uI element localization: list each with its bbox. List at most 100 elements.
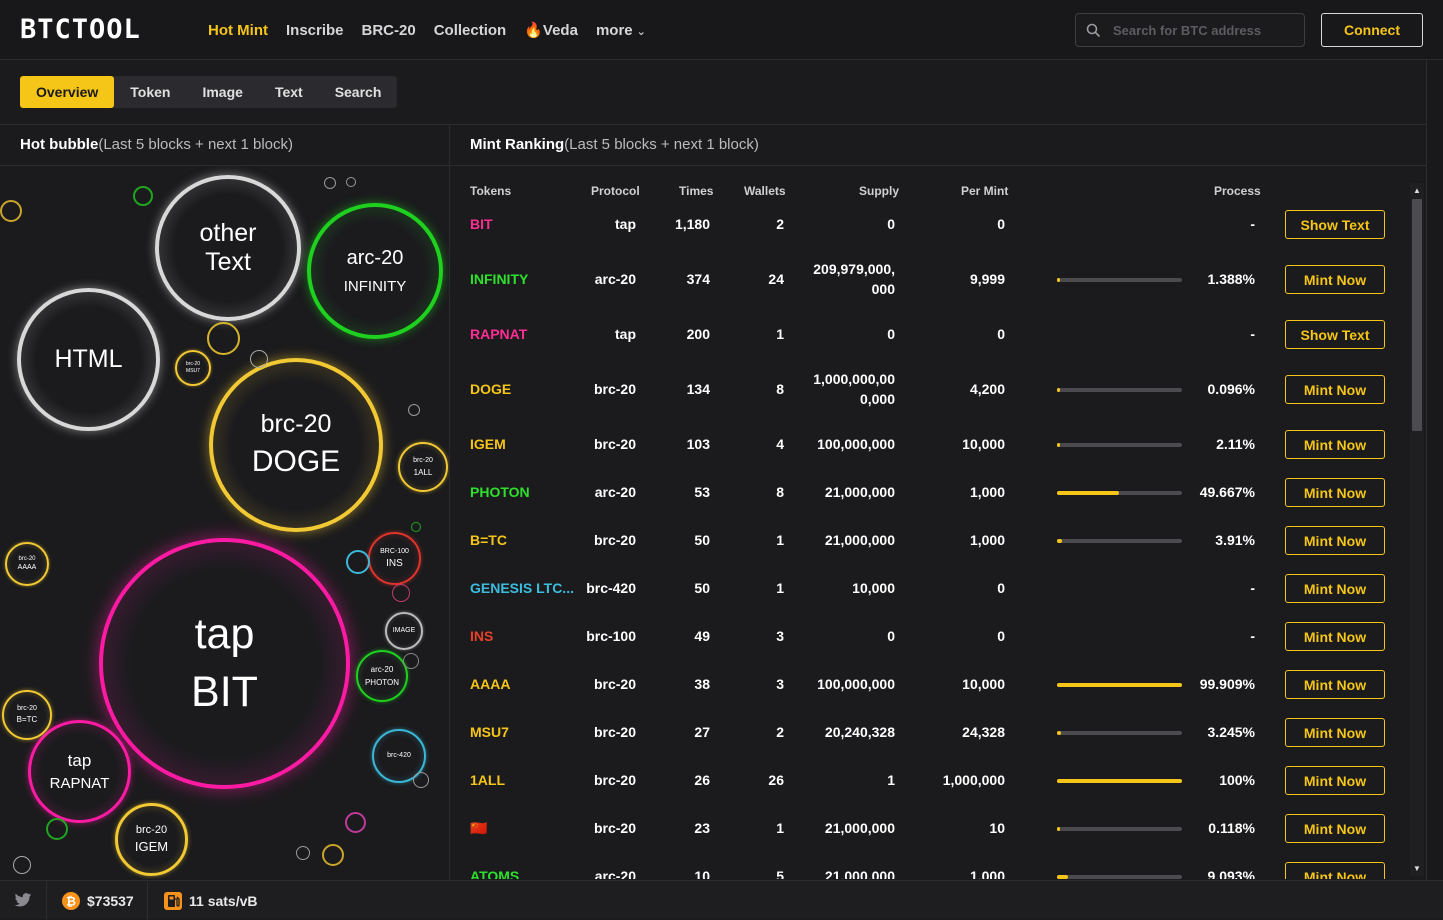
bubble-1all[interactable]: brc-20 1ALL <box>398 442 448 492</box>
search-input[interactable] <box>1113 22 1293 38</box>
table-row[interactable]: GENESIS LTC... brc-420 50 1 10,000 0 - Mint Now <box>450 574 1410 603</box>
mint-now-button[interactable]: Mint Now <box>1285 526 1385 555</box>
small-bubble[interactable] <box>411 522 421 532</box>
table-row[interactable]: RAPNAT tap 200 1 0 0 - Show Text <box>450 320 1410 349</box>
token-name[interactable]: MSU7 <box>470 724 509 740</box>
token-name[interactable]: AAAA <box>470 676 510 692</box>
bubble-bit[interactable]: tap BIT <box>99 538 350 789</box>
small-bubble[interactable] <box>346 177 356 187</box>
bubble-html[interactable]: HTML <box>17 288 160 431</box>
small-bubble[interactable] <box>408 404 420 416</box>
bubble-b-tc[interactable]: brc-20 B=TC <box>2 690 52 740</box>
mint-now-button[interactable]: Mint Now <box>1285 574 1385 603</box>
token-name[interactable]: ATOMS <box>470 868 519 879</box>
bubble-photon[interactable]: arc-20 PHOTON <box>356 650 408 702</box>
twitter-link[interactable] <box>14 881 32 920</box>
btctool-logo[interactable]: BTCTOOL <box>20 14 141 45</box>
show-text-button[interactable]: Show Text <box>1285 320 1385 349</box>
scrollbar-thumb[interactable] <box>1412 199 1422 431</box>
nav-inscribe[interactable]: Inscribe <box>286 22 344 39</box>
nav-collection[interactable]: Collection <box>434 22 507 39</box>
token-name[interactable]: B=TC <box>470 532 507 548</box>
small-bubble[interactable] <box>133 186 153 206</box>
scroll-up-icon[interactable]: ▲ <box>1413 186 1421 195</box>
mint-now-button[interactable]: Mint Now <box>1285 766 1385 795</box>
nav-veda[interactable]: 🔥Veda <box>524 21 578 39</box>
tab-image[interactable]: Image <box>186 76 258 108</box>
tab-token[interactable]: Token <box>114 76 186 108</box>
bubble-other-text[interactable]: other Text <box>155 175 301 321</box>
mint-now-button[interactable]: Mint Now <box>1285 265 1385 294</box>
bubble-ins[interactable]: BRC-100 INS <box>368 532 421 585</box>
bubble-aaaa[interactable]: brc-20 AAAA <box>5 542 49 586</box>
connect-button[interactable]: Connect <box>1321 13 1423 47</box>
small-bubble[interactable] <box>207 322 240 355</box>
col-header-process[interactable]: Process <box>1214 184 1261 198</box>
token-name[interactable]: IGEM <box>470 436 506 452</box>
small-bubble[interactable] <box>324 177 336 189</box>
table-row[interactable]: BIT tap 1,180 2 0 0 - Show Text <box>450 210 1410 239</box>
token-name[interactable]: DOGE <box>470 381 511 397</box>
col-header-per-mint[interactable]: Per Mint <box>961 184 1008 198</box>
mint-now-button[interactable]: Mint Now <box>1285 622 1385 651</box>
table-row[interactable]: B=TC brc-20 50 1 21,000,000 1,000 3.91% Mint No… <box>450 526 1410 555</box>
col-header-wallets[interactable]: Wallets <box>744 184 786 198</box>
table-scrollbar[interactable]: ▲ ▼ <box>1410 183 1424 876</box>
small-bubble[interactable] <box>346 550 370 574</box>
mint-now-button[interactable]: Mint Now <box>1285 670 1385 699</box>
mint-now-button[interactable]: Mint Now <box>1285 375 1385 404</box>
tab-search[interactable]: Search <box>319 76 398 108</box>
col-header-tokens[interactable]: Tokens <box>470 184 511 198</box>
scroll-down-icon[interactable]: ▼ <box>1413 864 1421 873</box>
search-box[interactable] <box>1075 13 1305 47</box>
token-name[interactable]: 1ALL <box>470 772 505 788</box>
table-row[interactable]: INFINITY arc-20 374 24 209,979,000, 000 9,999 1… <box>450 261 1410 297</box>
table-row[interactable]: PHOTON arc-20 53 8 21,000,000 1,000 49.667% Min… <box>450 478 1410 507</box>
table-row[interactable]: IGEM brc-20 103 4 100,000,000 10,000 2.11% Mint… <box>450 430 1410 459</box>
small-bubble[interactable] <box>403 653 419 669</box>
bubble-msu7[interactable]: brc-20 MSU7 <box>175 350 211 386</box>
mint-now-button[interactable]: Mint Now <box>1285 718 1385 747</box>
mint-now-button[interactable]: Mint Now <box>1285 430 1385 459</box>
token-name[interactable]: GENESIS LTC... <box>470 580 574 596</box>
token-name[interactable]: RAPNAT <box>470 326 527 342</box>
table-row[interactable]: AAAA brc-20 38 3 100,000,000 10,000 99.909% Min… <box>450 670 1410 699</box>
table-row[interactable]: MSU7 brc-20 27 2 20,240,328 24,328 3.245% Mint … <box>450 718 1410 747</box>
bubble-igem[interactable]: brc-20 IGEM <box>115 803 188 876</box>
token-name[interactable]: PHOTON <box>470 484 530 500</box>
bubble-doge[interactable]: brc-20 DOGE <box>209 358 383 532</box>
nav-brc-20[interactable]: BRC-20 <box>362 22 416 39</box>
show-text-button[interactable]: Show Text <box>1285 210 1385 239</box>
small-bubble[interactable] <box>413 772 429 788</box>
col-header-times[interactable]: Times <box>679 184 713 198</box>
table-row[interactable]: DOGE brc-20 134 8 1,000,000,00 0,000 4,200 0.09… <box>450 371 1410 407</box>
bubble-rapnat[interactable]: tap RAPNAT <box>28 720 131 823</box>
small-bubble[interactable] <box>0 200 22 222</box>
col-header-protocol[interactable]: Protocol <box>591 184 640 198</box>
small-bubble[interactable] <box>13 856 31 874</box>
token-name[interactable]: INS <box>470 628 493 644</box>
table-row[interactable]: ATOMS arc-20 10 5 21,000,000 1,000 9.093% Mint … <box>450 862 1410 879</box>
nav-hot-mint[interactable]: Hot Mint <box>208 22 268 39</box>
token-name[interactable]: INFINITY <box>470 271 528 287</box>
small-bubble[interactable] <box>392 584 410 602</box>
mint-now-button[interactable]: Mint Now <box>1285 862 1385 879</box>
small-bubble[interactable] <box>322 844 344 866</box>
token-name[interactable]: 🇨🇳 <box>470 820 487 837</box>
bubble-image[interactable]: IMAGE <box>385 612 423 650</box>
col-header-supply[interactable]: Supply <box>859 184 899 198</box>
table-row[interactable]: 🇨🇳 brc-20 23 1 21,000,000 10 0.118% Mint Now <box>450 814 1410 843</box>
table-row[interactable]: 1ALL brc-20 26 26 1 1,000,000 100% Mint Now <box>450 766 1410 795</box>
small-bubble[interactable] <box>296 846 310 860</box>
mint-now-button[interactable]: Mint Now <box>1285 814 1385 843</box>
token-name[interactable]: BIT <box>470 216 493 232</box>
table-row[interactable]: INS brc-100 49 3 0 0 - Mint Now <box>450 622 1410 651</box>
mint-now-button[interactable]: Mint Now <box>1285 478 1385 507</box>
small-bubble[interactable] <box>345 812 366 833</box>
bubble-infinity[interactable]: arc-20 INFINITY <box>307 203 443 339</box>
tab-overview[interactable]: Overview <box>20 76 115 108</box>
tab-text[interactable]: Text <box>259 76 319 108</box>
small-bubble[interactable] <box>250 350 268 368</box>
small-bubble[interactable] <box>46 818 68 840</box>
nav-more[interactable]: more ⌄ <box>596 22 646 39</box>
